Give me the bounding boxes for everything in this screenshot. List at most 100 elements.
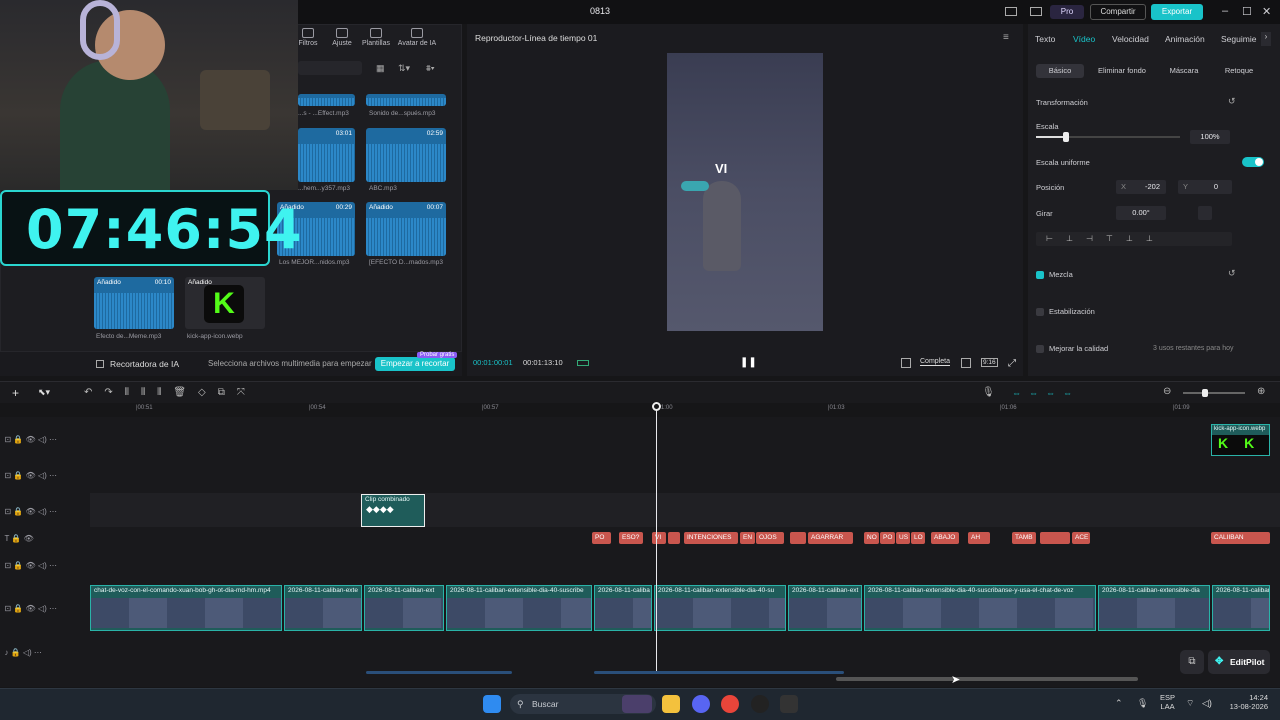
tab-templates[interactable]: Plantillas: [358, 28, 394, 47]
caption-clip[interactable]: OJOS: [756, 532, 784, 544]
rotate-dial[interactable]: [1198, 206, 1212, 220]
subtab-basic[interactable]: Básico: [1036, 64, 1084, 78]
video-clip[interactable]: 2026-08-11-caliban-ext: [788, 585, 862, 631]
stabilize-label[interactable]: Estabilización: [1049, 307, 1095, 316]
tab-tracking[interactable]: Seguimie: [1221, 34, 1256, 44]
edit-tools[interactable]: ↶↷⫴⫴⫴🗑◇⧉⤧: [84, 387, 257, 398]
obs-icon[interactable]: [751, 695, 769, 713]
filter-dropdown-icon[interactable]: ⩩▾: [426, 63, 435, 74]
timeline-ruler[interactable]: |00:51 |00:54 |00:57 |01:00 |01:03 |01:0…: [90, 403, 1280, 417]
caption-clip[interactable]: LO: [911, 532, 925, 544]
subtab-retouch[interactable]: Retoque: [1218, 64, 1260, 78]
align-buttons[interactable]: ⊢⊥⊣⊤⊥⊥: [1036, 232, 1232, 246]
zoom-slider[interactable]: [1183, 392, 1245, 394]
caption-clip[interactable]: ABAJO: [931, 532, 959, 544]
fullscreen-icon[interactable]: ⤢: [1008, 358, 1016, 369]
track-header[interactable]: ⊡ 🔒 👁 ◁) ⋯: [0, 471, 90, 485]
chevron-right-icon[interactable]: ›: [1261, 32, 1271, 46]
subtab-mask[interactable]: Máscara: [1164, 64, 1204, 78]
media-search-input[interactable]: [298, 61, 362, 75]
position-y-input[interactable]: Y0: [1178, 180, 1232, 194]
playhead[interactable]: [656, 403, 657, 671]
volume-icon[interactable]: ◁): [1202, 698, 1212, 709]
caption-clip[interactable]: ACE: [1072, 532, 1090, 544]
caption-clip[interactable]: [668, 532, 680, 544]
caption-clip[interactable]: VI: [652, 532, 666, 544]
media-thumb-kick[interactable]: Añadido K: [185, 277, 265, 329]
start-trim-button[interactable]: Empezar a recortar: [375, 357, 455, 371]
position-x-input[interactable]: X -202: [1116, 180, 1166, 194]
track-header[interactable]: ⊡ 🔒 👁 ◁) ⋯: [0, 507, 90, 521]
rotate-input[interactable]: 0.00°: [1116, 206, 1166, 220]
select-tool-icon[interactable]: ⬉▾: [38, 387, 50, 398]
pro-badge[interactable]: Pro: [1050, 5, 1084, 19]
minimize-icon[interactable]: –: [1222, 5, 1228, 17]
add-track-icon[interactable]: +: [12, 386, 19, 400]
caption-clip[interactable]: INTENCIONES: [684, 532, 738, 544]
quality-dropdown[interactable]: Completa: [920, 358, 950, 366]
waveform-icon[interactable]: [577, 360, 589, 366]
blend-reset-icon[interactable]: ↺: [1228, 268, 1236, 279]
video-clip[interactable]: 2026-08-11-caliban-extensible-dia-40-su: [654, 585, 786, 631]
capcut-icon[interactable]: [780, 695, 798, 713]
clock-tray[interactable]: 14:24 13-08-2026: [1226, 693, 1268, 711]
caption-clip[interactable]: PO: [592, 532, 611, 544]
layout-icon[interactable]: [1005, 7, 1017, 16]
tab-text[interactable]: Texto: [1035, 34, 1055, 44]
menu-icon[interactable]: ≡: [1003, 32, 1009, 43]
caption-clip[interactable]: NO: [864, 532, 879, 544]
tab-speed[interactable]: Velocidad: [1112, 34, 1149, 44]
sort-icon[interactable]: ⇅▾: [398, 63, 410, 74]
video-clip[interactable]: 2026-08-11-caliban-ext: [364, 585, 444, 631]
video-clip[interactable]: 2026-08-11-caliban-extensible-dia: [1212, 585, 1270, 631]
tab-video[interactable]: Vídeo: [1073, 34, 1095, 44]
maximize-icon[interactable]: ☐: [1242, 5, 1252, 18]
caption-clip[interactable]: [1040, 532, 1070, 544]
file-explorer-icon[interactable]: [662, 695, 680, 713]
crop-icon[interactable]: [901, 358, 911, 368]
video-clip[interactable]: 2026-08-11-caliban-extensible-dia-40-sus…: [864, 585, 1096, 631]
quality-checkbox[interactable]: [1036, 345, 1044, 353]
media-thumb[interactable]: 02:59: [366, 128, 446, 182]
video-clip[interactable]: 2026-08-11-caliban-exte: [284, 585, 362, 631]
stabilize-checkbox[interactable]: [1036, 308, 1044, 316]
discord-icon[interactable]: [692, 695, 710, 713]
video-clip[interactable]: 2026-08-11-caliban-extensible-dia: [1098, 585, 1210, 631]
zoom-in-icon[interactable]: ⊕: [1257, 386, 1265, 397]
caption-clip[interactable]: PO: [880, 532, 895, 544]
editpilot-button[interactable]: ✥ EditPilot: [1208, 650, 1270, 674]
pause-icon[interactable]: ❚❚: [740, 357, 757, 368]
media-thumb[interactable]: [366, 94, 446, 106]
video-clip[interactable]: chat-de-voz-con-el-comando-xuan-bob-gh-o…: [90, 585, 282, 631]
media-thumb[interactable]: Añadido 00:10: [94, 277, 174, 329]
caption-clip[interactable]: [790, 532, 806, 544]
close-icon[interactable]: ✕: [1262, 5, 1271, 18]
language-indicator[interactable]: ESP LAA: [1160, 693, 1175, 711]
media-thumb[interactable]: [298, 94, 355, 106]
grid-view-icon[interactable]: ▦: [376, 63, 385, 74]
video-clip[interactable]: 2026-08-11-caliban-extensible-dia-40-sus…: [446, 585, 592, 631]
shortcuts-icon[interactable]: [1030, 7, 1042, 16]
caption-clip[interactable]: AGARRAR: [808, 532, 853, 544]
windows-start-icon[interactable]: [483, 695, 501, 713]
track-header[interactable]: ♪ 🔒 ◁) ⋯: [0, 648, 90, 662]
tab-animation[interactable]: Animación: [1165, 34, 1205, 44]
transform-header[interactable]: Transformación: [1036, 98, 1088, 107]
track-header[interactable]: ⊡ 🔒 👁 ◁) ⋯: [0, 561, 90, 575]
reset-icon[interactable]: ↺: [1228, 96, 1236, 107]
compound-clip[interactable]: Clip combinado ◆◆◆◆: [361, 494, 425, 527]
scale-slider-handle[interactable]: [1063, 132, 1069, 142]
scale-input[interactable]: 100%: [1190, 130, 1230, 144]
microphone-icon[interactable]: 🎙: [982, 387, 995, 398]
caption-clip[interactable]: US: [896, 532, 910, 544]
subtab-remove-bg[interactable]: Eliminar fondo: [1092, 64, 1152, 78]
aspect-ratio-button[interactable]: 9:16: [981, 358, 998, 367]
screenshot-icon[interactable]: [961, 358, 971, 368]
video-clip[interactable]: 2026-08-11-caliba: [594, 585, 652, 631]
chrome-icon[interactable]: [721, 695, 739, 713]
snap-tools[interactable]: ⇔⇔⇔⇔: [1012, 388, 1080, 398]
track-header[interactable]: ⊡ 🔒 👁 ◁) ⋯: [0, 604, 90, 618]
caption-clip[interactable]: TAMB: [1012, 532, 1036, 544]
media-thumb[interactable]: Añadido 00:07: [366, 202, 446, 256]
tab-adjust[interactable]: Ajuste: [324, 28, 360, 47]
